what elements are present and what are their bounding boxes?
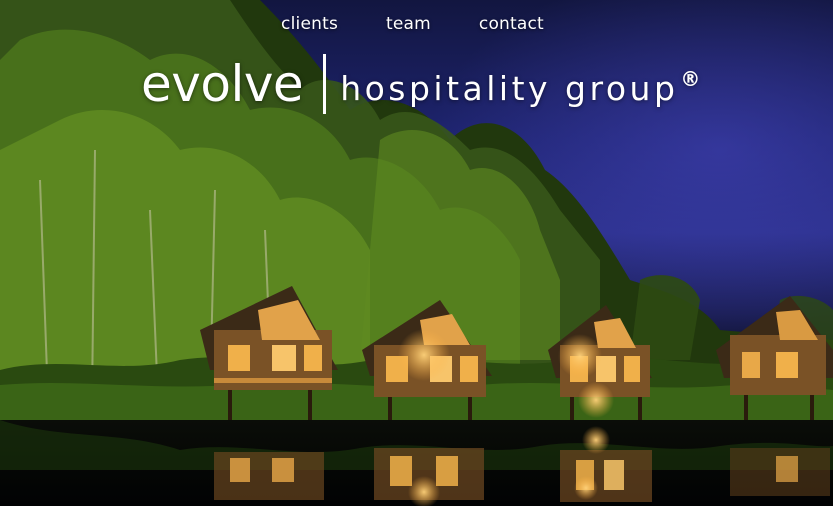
logo-tagline-text: hospitality group — [340, 69, 679, 108]
nav-link-clients[interactable]: clients — [281, 14, 338, 38]
nav-link-team[interactable]: team — [386, 14, 431, 38]
lake-reflection — [0, 420, 833, 506]
brand-logo[interactable]: evolve hospitality group ® — [141, 52, 700, 116]
logo-divider — [323, 54, 327, 114]
logo-tagline: hospitality group ® — [340, 69, 700, 105]
logo-wordmark: evolve — [141, 55, 304, 113]
registered-mark: ® — [680, 67, 701, 91]
nav-link-contact[interactable]: contact — [479, 14, 544, 38]
top-nav: clients team contact — [0, 14, 833, 38]
